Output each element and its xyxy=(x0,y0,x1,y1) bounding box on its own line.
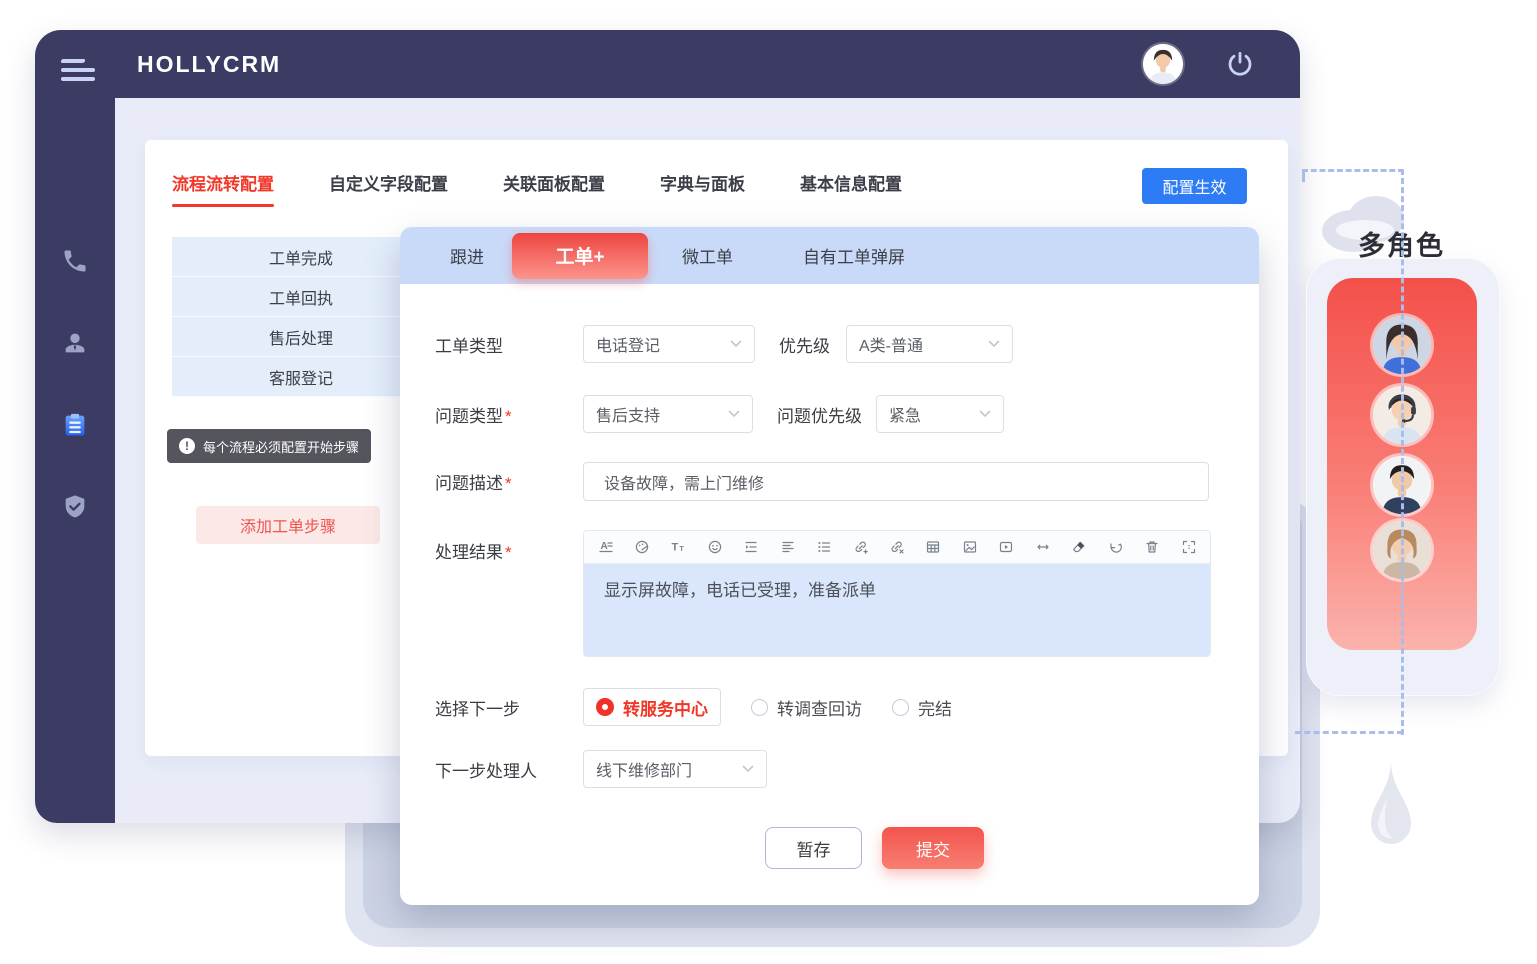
next-step-option-label: 转调查回访 xyxy=(777,695,862,720)
submit-button[interactable]: 提交 xyxy=(882,827,984,869)
palette-icon[interactable] xyxy=(633,539,650,556)
row-next-handler: 下一步处理人 线下维修部门 xyxy=(435,750,767,788)
eraser-icon[interactable] xyxy=(1071,539,1088,556)
sidebar-clipboard-icon[interactable] xyxy=(60,410,90,440)
flow-step-item-0[interactable]: 工单完成 xyxy=(172,237,430,277)
page-tabs: 流程流转配置 自定义字段配置 关联面板配置 字典与面板 基本信息配置 xyxy=(172,170,957,207)
row-issue-desc: 问题描述* 设备故障，需上门维修 xyxy=(435,462,1209,501)
user-avatar[interactable] xyxy=(1143,44,1183,84)
next-step-option-label: 转服务中心 xyxy=(623,695,708,720)
result-label: 处理结果* xyxy=(435,530,583,563)
save-draft-button[interactable]: 暂存 xyxy=(765,827,862,869)
next-step-option-0[interactable]: 转服务中心 xyxy=(583,688,721,726)
page-tab-4[interactable]: 基本信息配置 xyxy=(800,170,902,207)
apply-config-button[interactable]: 配置生效 xyxy=(1142,168,1247,204)
svg-text:T: T xyxy=(680,546,685,553)
chevron-down-icon xyxy=(728,405,740,423)
row-issue-type: 问题类型* 售后支持 问题优先级 紧急 xyxy=(435,395,1004,433)
link-remove-icon[interactable] xyxy=(889,539,906,556)
fullscreen-icon[interactable] xyxy=(1180,539,1197,556)
next-step-option-2[interactable]: 完结 xyxy=(892,695,952,720)
svg-text:T: T xyxy=(672,542,679,554)
rich-text-editor: A TT 显示屏故障，电话已受理，准备派单 xyxy=(583,530,1211,657)
notice-text: 每个流程必须配置开始步骤 xyxy=(203,437,359,456)
trash-icon[interactable] xyxy=(1144,539,1161,556)
add-step-button[interactable]: 添加工单步骤 xyxy=(196,506,380,544)
brand-logo: HOLLYCRM xyxy=(137,51,281,78)
svg-text:A: A xyxy=(600,541,607,552)
modal-tab-bar: 跟进 工单+ 微工单 自有工单弹屏 xyxy=(400,227,1259,284)
water-drop-shape xyxy=(1362,760,1420,869)
chevron-down-icon xyxy=(730,335,742,353)
issue-priority-select[interactable]: 紧急 xyxy=(876,395,1004,433)
sidebar-user-icon[interactable] xyxy=(60,328,90,358)
priority-label: 优先级 xyxy=(779,332,830,357)
radio-unselected-icon[interactable] xyxy=(892,699,909,716)
sidebar-shield-check-icon[interactable] xyxy=(60,492,90,522)
image-icon[interactable] xyxy=(961,539,978,556)
next-step-option-1[interactable]: 转调查回访 xyxy=(751,695,862,720)
modal-tab-3[interactable]: 自有工单弹屏 xyxy=(803,243,905,268)
row-ticket-type: 工单类型 电话登记 优先级 A类-普通 xyxy=(435,325,1013,363)
emoji-icon[interactable] xyxy=(706,539,723,556)
modal-tab-2[interactable]: 微工单 xyxy=(682,243,733,268)
dashed-line-vertical xyxy=(1401,169,1404,735)
ticket-type-label: 工单类型 xyxy=(435,332,583,357)
page-tab-2[interactable]: 关联面板配置 xyxy=(503,170,605,207)
exclamation-icon: ! xyxy=(179,438,195,454)
bullet-list-icon[interactable] xyxy=(816,539,833,556)
issue-type-label: 问题类型* xyxy=(435,402,583,427)
dashed-line-tick xyxy=(1302,171,1305,182)
divider-icon[interactable] xyxy=(1034,539,1051,556)
chevron-down-icon xyxy=(979,405,991,423)
next-handler-select[interactable]: 线下维修部门 xyxy=(583,750,767,788)
flow-step-item-1[interactable]: 工单回执 xyxy=(172,277,430,317)
video-icon[interactable] xyxy=(998,539,1015,556)
editor-body[interactable]: 显示屏故障，电话已受理，准备派单 xyxy=(584,564,1210,656)
next-step-radio-group: 转服务中心 转调查回访 完结 xyxy=(583,688,982,726)
radio-selected-icon[interactable] xyxy=(596,698,614,716)
font-color-icon[interactable]: A xyxy=(597,539,614,556)
next-handler-label: 下一步处理人 xyxy=(435,757,583,782)
modal-buttons: 暂存 提交 xyxy=(765,827,984,869)
ticket-modal: 跟进 工单+ 微工单 自有工单弹屏 工单类型 电话登记 优先级 A类-普通 问题类型* xyxy=(400,227,1259,905)
modal-tab-0[interactable]: 跟进 xyxy=(450,243,484,268)
chevron-down-icon xyxy=(742,760,754,778)
flow-step-item-3[interactable]: 客服登记 xyxy=(172,357,430,397)
table-icon[interactable] xyxy=(925,539,942,556)
issue-priority-label: 问题优先级 xyxy=(777,402,862,427)
sidebar-phone-icon[interactable] xyxy=(60,246,90,276)
sidebar-nav xyxy=(35,98,115,823)
dashed-line-top xyxy=(1302,169,1404,172)
flow-step-item-2[interactable]: 售后处理 xyxy=(172,317,430,357)
power-icon[interactable] xyxy=(1225,49,1255,79)
hamburger-icon[interactable] xyxy=(61,59,95,85)
row-result: 处理结果* A TT 显示屏故障，电话已受理，准备派单 xyxy=(435,530,1211,657)
page-tab-3[interactable]: 字典与面板 xyxy=(660,170,745,207)
issue-desc-label: 问题描述* xyxy=(435,469,583,494)
link-add-icon[interactable] xyxy=(852,539,869,556)
flow-step-list: 工单完成工单回执售后处理客服登记 xyxy=(172,237,430,397)
undo-icon[interactable] xyxy=(1107,539,1124,556)
ticket-type-select[interactable]: 电话登记 xyxy=(583,325,755,363)
radio-unselected-icon[interactable] xyxy=(751,699,768,716)
dashed-line-bottom xyxy=(1295,731,1403,734)
align-left-icon[interactable] xyxy=(779,539,796,556)
priority-select[interactable]: A类-普通 xyxy=(846,325,1013,363)
notice-tooltip: ! 每个流程必须配置开始步骤 xyxy=(167,429,371,463)
top-bar: HOLLYCRM xyxy=(35,30,1300,98)
issue-desc-input[interactable]: 设备故障，需上门维修 xyxy=(583,462,1209,501)
next-step-option-label: 完结 xyxy=(918,695,952,720)
page-tab-0[interactable]: 流程流转配置 xyxy=(172,170,274,207)
page-tab-1[interactable]: 自定义字段配置 xyxy=(329,170,448,207)
editor-toolbar: A TT xyxy=(584,531,1210,564)
next-step-label: 选择下一步 xyxy=(435,695,583,720)
modal-tab-1-active[interactable]: 工单+ xyxy=(512,233,648,279)
issue-type-select[interactable]: 售后支持 xyxy=(583,395,753,433)
font-size-icon[interactable]: TT xyxy=(670,539,687,556)
row-next-step: 选择下一步 转服务中心 转调查回访 完结 xyxy=(435,688,982,726)
screenshot-root: HOLLYCRM 流程流转配置自定义字段配置关联面板配置字典与面板基本信息配置 … xyxy=(0,0,1537,964)
chevron-down-icon xyxy=(988,335,1000,353)
indent-icon[interactable] xyxy=(743,539,760,556)
